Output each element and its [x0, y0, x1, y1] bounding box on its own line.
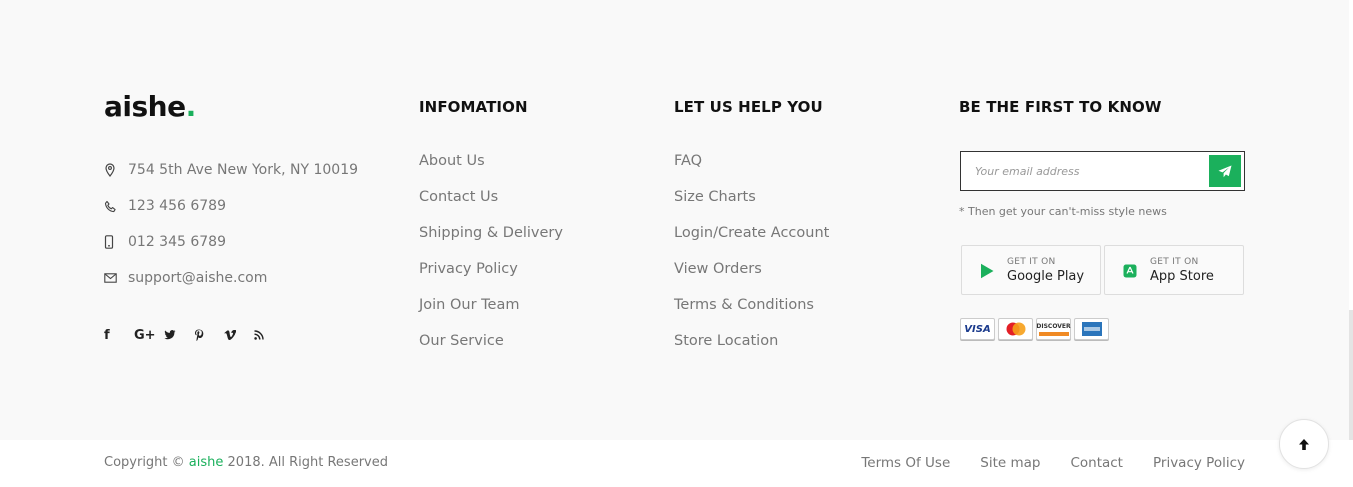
mobile-icon [104, 235, 128, 249]
twitter-icon[interactable] [164, 326, 194, 344]
link-terms-conditions[interactable]: Terms & Conditions [674, 287, 829, 323]
brand-logo-text: aishe [104, 90, 186, 123]
facebook-icon[interactable]: f [104, 326, 134, 344]
information-links: About Us Contact Us Shipping & Delivery … [419, 143, 563, 359]
discover-card-text: DISCOVER [1036, 322, 1071, 330]
link-login-create-account[interactable]: Login/Create Account [674, 215, 829, 251]
newsletter-form [960, 151, 1245, 191]
link-our-service[interactable]: Our Service [419, 323, 563, 359]
amex-card-icon [1074, 318, 1109, 340]
help-links: FAQ Size Charts Login/Create Account Vie… [674, 143, 829, 359]
map-pin-icon [104, 163, 128, 177]
brand-logo-dot: . [185, 90, 197, 123]
brand-logo[interactable]: aishe. [104, 90, 196, 123]
rss-icon[interactable] [254, 326, 284, 344]
phone-icon [104, 200, 128, 213]
link-faq[interactable]: FAQ [674, 143, 829, 179]
google-play-small-label: GET IT ON [1007, 257, 1056, 267]
subscribe-button[interactable] [1209, 155, 1241, 187]
copyright-suffix: 2018. All Right Reserved [223, 455, 388, 470]
visa-card-icon: VISA [960, 318, 995, 340]
link-size-charts[interactable]: Size Charts [674, 179, 829, 215]
contact-email-text[interactable]: support@aishe.com [128, 270, 267, 286]
google-plus-icon[interactable]: G+ [134, 326, 164, 344]
payment-cards: VISA DISCOVER [960, 318, 1112, 340]
newsletter-title: BE THE FIRST TO KNOW [959, 98, 1162, 116]
paper-plane-icon [1218, 165, 1232, 177]
google-play-label: Google Play [1007, 269, 1085, 284]
google-play-icon [978, 262, 996, 280]
mail-icon [104, 273, 128, 283]
visa-card-text: VISA [964, 323, 991, 335]
contact-address-text: 754 5th Ave New York, NY 10019 [128, 162, 359, 178]
app-store-label: App Store [1150, 269, 1214, 284]
link-site-map[interactable]: Site map [980, 455, 1040, 471]
contact-mobile-text: 012 345 6789 [128, 234, 226, 250]
scrollbar-thumb[interactable] [1349, 310, 1353, 440]
copyright-brand-link[interactable]: aishe [189, 455, 224, 470]
link-store-location[interactable]: Store Location [674, 323, 829, 359]
link-shipping-delivery[interactable]: Shipping & Delivery [419, 215, 563, 251]
contact-list: 754 5th Ave New York, NY 10019 123 456 6… [104, 152, 358, 296]
contact-email: support@aishe.com [104, 260, 358, 296]
back-to-top-button[interactable] [1279, 419, 1329, 469]
link-contact[interactable]: Contact [1070, 455, 1123, 471]
copyright: Copyright © aishe 2018. All Right Reserv… [104, 455, 388, 470]
bottom-links: Terms Of Use Site map Contact Privacy Po… [831, 455, 1245, 471]
app-store-button[interactable]: GET IT ON App Store [1104, 245, 1244, 295]
arrow-up-icon [1299, 438, 1309, 450]
link-about-us[interactable]: About Us [419, 143, 563, 179]
link-bottom-privacy-policy[interactable]: Privacy Policy [1153, 455, 1245, 471]
email-input[interactable] [975, 162, 1205, 180]
newsletter-note: * Then get your can't-miss style news [959, 205, 1167, 218]
link-privacy-policy[interactable]: Privacy Policy [419, 251, 563, 287]
help-title: LET US HELP YOU [674, 98, 823, 116]
app-store-small-label: GET IT ON [1150, 257, 1199, 267]
contact-phone: 123 456 6789 [104, 188, 358, 224]
link-contact-us[interactable]: Contact Us [419, 179, 563, 215]
copyright-prefix: Copyright © [104, 455, 189, 470]
information-title: INFOMATION [419, 98, 528, 116]
contact-mobile: 012 345 6789 [104, 224, 358, 260]
vimeo-icon[interactable] [224, 326, 254, 344]
social-links: f G+ [104, 326, 284, 344]
link-join-our-team[interactable]: Join Our Team [419, 287, 563, 323]
link-terms-of-use[interactable]: Terms Of Use [861, 455, 950, 471]
pinterest-icon[interactable] [194, 326, 224, 344]
link-view-orders[interactable]: View Orders [674, 251, 829, 287]
contact-phone-text: 123 456 6789 [128, 198, 226, 214]
mastercard-icon [998, 318, 1033, 340]
app-store-icon [1121, 262, 1139, 280]
google-play-button[interactable]: GET IT ON Google Play [961, 245, 1101, 295]
discover-card-icon: DISCOVER [1036, 318, 1071, 340]
contact-address: 754 5th Ave New York, NY 10019 [104, 152, 358, 188]
